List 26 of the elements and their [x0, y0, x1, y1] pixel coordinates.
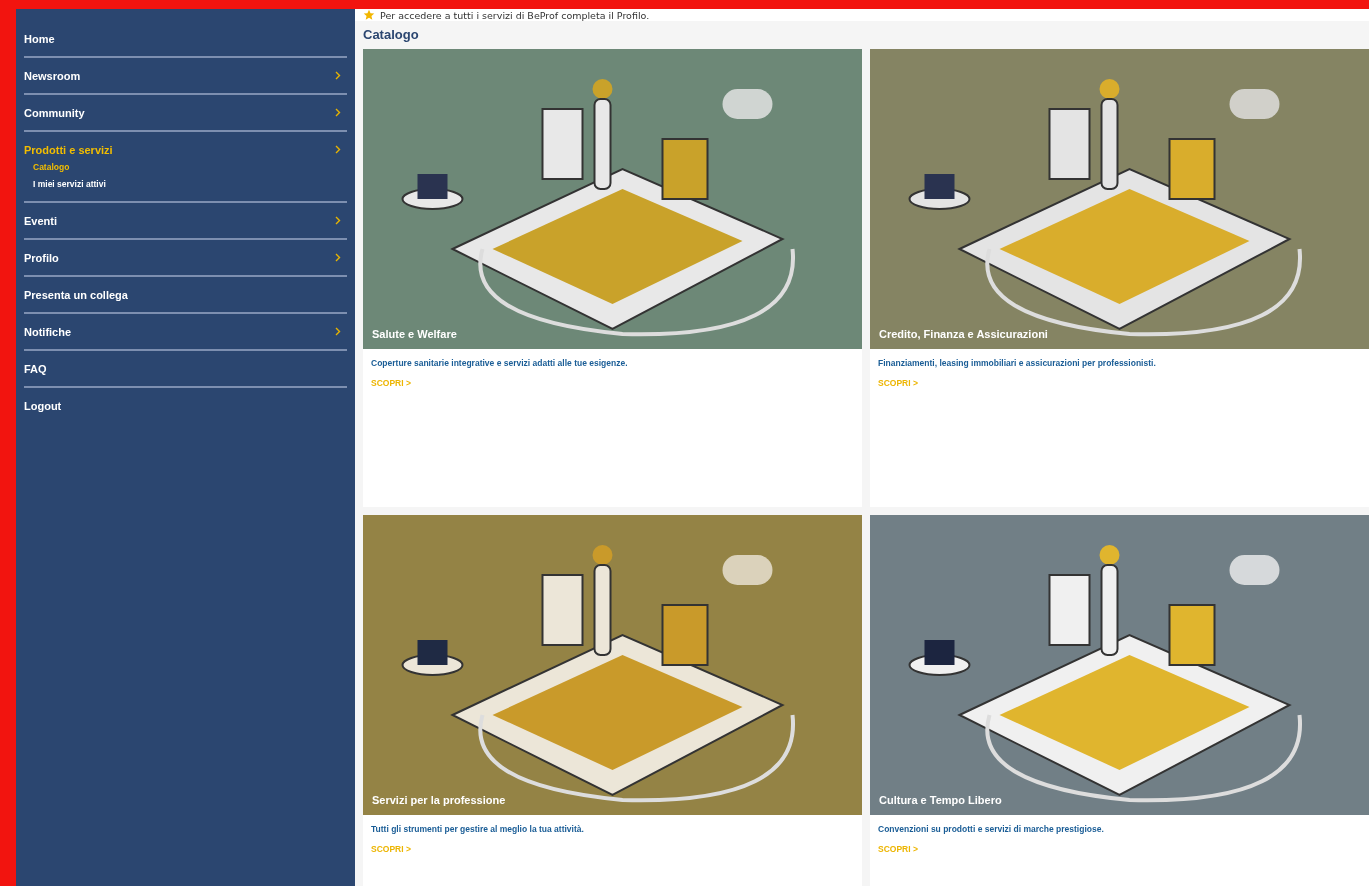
menu-item[interactable]: Profilo: [24, 240, 347, 275]
notice-text: Per accedere a tutti i servizi di BeProf completa il Profilo.: [380, 9, 650, 21]
card-description: Convenzioni su prodotti e servizi di marche prestigiose.: [878, 824, 1105, 834]
star-icon: [363, 9, 375, 21]
card-description: Finanziamenti, leasing immobiliari e assicurazioni per professionisti.: [878, 358, 1157, 368]
menu-item[interactable]: Presenta un collega: [24, 277, 347, 312]
menu-item[interactable]: Eventi: [24, 203, 347, 238]
catalog-card[interactable]: Credito, Finanza e Assicurazioni Finanziamenti, leasing immobiliari e assicurazioni per professionisti. SCOPRI >: [870, 49, 1369, 507]
section-title: Catalogo: [362, 26, 420, 44]
card-title: Cultura e Tempo Libero: [879, 794, 1002, 806]
submenu-item[interactable]: I miei servizi attivi: [33, 176, 347, 193]
menu-item[interactable]: FAQ: [24, 351, 347, 386]
card-title: Credito, Finanza e Assicurazioni: [879, 328, 1048, 340]
menu-item[interactable]: Home: [24, 21, 347, 56]
menu-item[interactable]: Logout: [24, 388, 347, 423]
card-title: Servizi per la professione: [372, 794, 506, 806]
submenu-item[interactable]: Catalogo: [33, 159, 347, 176]
menu-item[interactable]: Community: [24, 95, 347, 130]
catalog-card[interactable]: Salute e Welfare Coperture sanitarie integrative e servizi adatti alle tue esigenze. SCOPRI >: [363, 49, 862, 507]
menu-item[interactable]: Notifiche: [24, 314, 347, 349]
catalog-card[interactable]: Cultura e Tempo Libero Convenzioni su prodotti e servizi di marche prestigiose. SCOPRI >: [870, 515, 1369, 886]
card-description: Coperture sanitarie integrative e servizi adatti alle tue esigenze.: [371, 358, 629, 368]
catalog-card[interactable]: Servizi per la professione Tutti gli strumenti per gestire al meglio la tua attività. SCOPRI >: [363, 515, 862, 886]
card-description: Tutti gli strumenti per gestire al meglio la tua attività.: [371, 824, 585, 834]
card-title: Salute e Welfare: [372, 328, 457, 340]
menu-item[interactable]: Newsroom: [24, 58, 347, 93]
